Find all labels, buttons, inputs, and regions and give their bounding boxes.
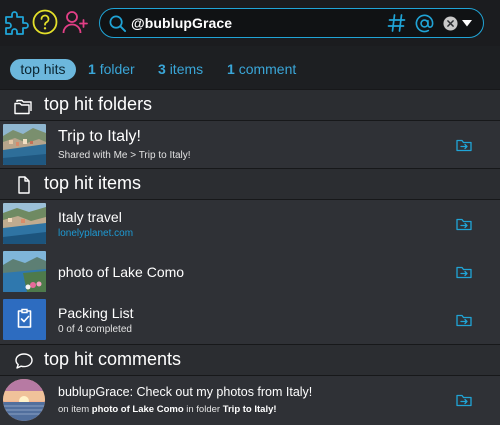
item-title: Italy travel [58,209,122,225]
top-bar: @bublupGrace [0,0,500,46]
hashtag-icon[interactable] [387,13,407,33]
dropdown-caret-icon[interactable] [461,18,473,28]
filter-bar: top hits 1 folder 3 items 1 comment [0,46,500,90]
at-icon[interactable] [414,13,435,34]
section-title-items: top hit items [44,173,142,193]
open-folder-icon[interactable] [456,138,472,152]
open-item-icon[interactable] [456,265,472,279]
comment-context-middle: in folder [183,404,223,415]
add-user-icon[interactable] [61,8,89,36]
filter-tab-comment[interactable]: 1 comment [227,61,296,77]
avatar [3,379,45,421]
section-header-folders: top hit folders [0,89,500,121]
section-title-folders: top hit folders [44,94,153,114]
open-item-icon[interactable] [456,313,472,327]
comment-context: on item photo of Lake Como in folder Tri… [58,404,277,415]
open-comment-icon[interactable] [456,393,472,407]
filter-tab-items[interactable]: 3 items [158,61,203,77]
item-row[interactable]: photo of Lake Como [0,248,500,297]
comment-tab-label: comment [238,61,297,77]
clear-icon[interactable] [443,16,458,31]
puzzle-icon[interactable] [2,8,30,36]
folder-thumbnail [3,124,46,165]
open-item-icon[interactable] [456,217,472,231]
help-circle-icon[interactable] [31,8,59,36]
folder-row[interactable]: Trip to Italy! Shared with Me > Trip to … [0,121,500,170]
folder-count: 1 [88,61,96,77]
items-tab-label: items [169,61,204,77]
item-row[interactable]: Italy travel lonelyplanet.com [0,200,500,249]
search-icon [108,14,127,33]
folder-path: Shared with Me > Trip to Italy! [58,150,191,161]
search-input[interactable]: @bublupGrace [131,15,232,31]
comment-text: bublupGrace: Check out my photos from It… [58,385,313,399]
item-link[interactable]: lonelyplanet.com [58,228,133,239]
comment-count: 1 [227,61,235,77]
chat-bubble-icon [14,352,34,370]
section-header-comments: top hit comments [0,344,500,376]
item-title: Packing List [58,305,134,321]
section-header-items: top hit items [0,168,500,200]
comment-item-name: photo of Lake Como [91,404,184,415]
folder-icon [14,97,34,115]
item-thumbnail [3,251,46,292]
folder-tab-label: folder [99,61,135,77]
items-count: 3 [158,61,166,77]
item-progress: 0 of 4 completed [58,324,132,335]
folder-title: Trip to Italy! [58,128,141,145]
comment-folder-name: Trip to Italy! [222,404,277,415]
item-row[interactable]: Packing List 0 of 4 completed [0,296,500,345]
comment-context-prefix: on item [58,404,92,415]
filter-tab-top-hits[interactable]: top hits [10,59,76,80]
item-thumbnail [3,203,46,244]
filter-tab-folder[interactable]: 1 folder [88,61,135,77]
comment-row[interactable]: bublupGrace: Check out my photos from It… [0,376,500,425]
item-title: photo of Lake Como [58,264,185,280]
document-icon [14,176,34,194]
checklist-icon [3,299,46,340]
search-box[interactable]: @bublupGrace [99,8,484,38]
section-title-comments: top hit comments [44,349,182,369]
